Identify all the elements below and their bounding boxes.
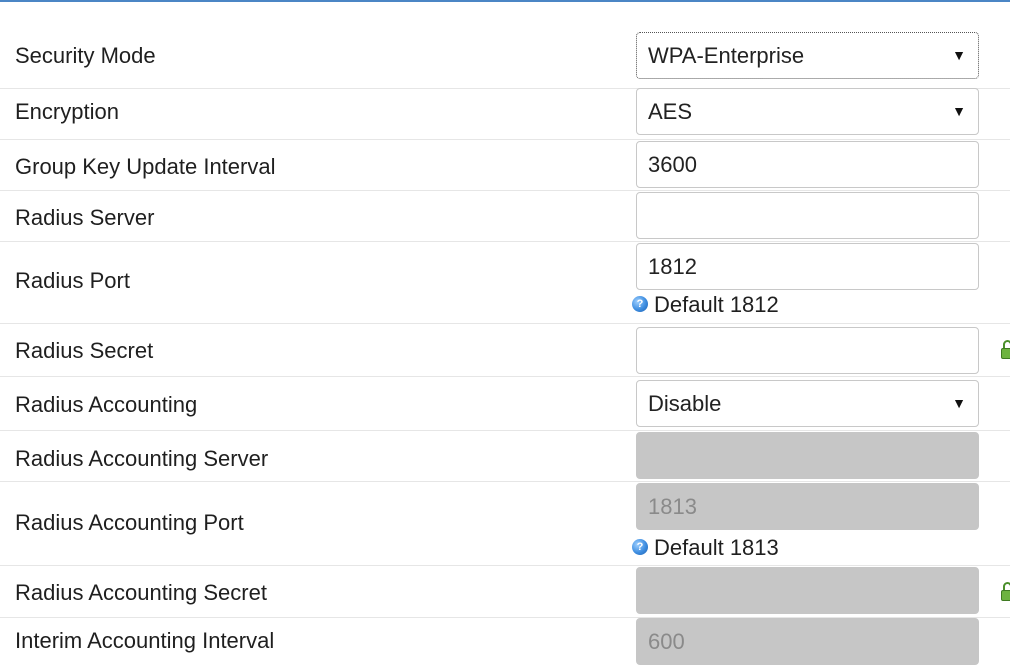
radius-server-label: Radius Server [15,205,155,230]
radius-port-hint-text: Default 1812 [654,292,779,317]
row-interim-accounting-interval: Interim Accounting Interval 600 [0,618,1010,665]
interim-accounting-interval-input: 600 [636,618,979,665]
chevron-down-icon: ▼ [952,47,966,63]
security-mode-label: Security Mode [15,43,156,68]
radius-secret-label: Radius Secret [15,338,154,363]
encryption-value: AES [648,99,693,124]
radius-port-hint: ? Default 1812 [632,293,779,317]
lock-icon[interactable] [1000,582,1010,604]
lock-body [1001,590,1010,601]
radius-accounting-value: Disable [648,391,722,416]
radius-accounting-secret-input [636,567,979,614]
lock-icon[interactable] [1000,340,1010,362]
group-key-update-interval-input[interactable]: 3600 [636,141,979,188]
radius-port-label: Radius Port [15,268,130,293]
help-icon: ? [632,539,648,556]
row-security-mode: Security Mode WPA-Enterprise ▼ [0,2,1010,89]
security-mode-select[interactable]: WPA-Enterprise ▼ [636,32,979,79]
radius-accounting-select[interactable]: Disable ▼ [636,380,979,427]
radius-accounting-server-label: Radius Accounting Server [15,446,269,471]
chevron-down-icon: ▼ [952,395,966,411]
chevron-down-icon: ▼ [952,103,966,119]
row-radius-server: Radius Server [0,191,1010,242]
encryption-select[interactable]: AES ▼ [636,88,979,135]
row-radius-accounting-server: Radius Accounting Server [0,431,1010,482]
radius-accounting-server-input [636,432,979,479]
security-mode-value: WPA-Enterprise [648,43,805,68]
row-group-key-update-interval: Group Key Update Interval 3600 [0,140,1010,191]
row-radius-accounting-port: Radius Accounting Port 1813 ? Default 181… [0,482,1010,566]
encryption-label: Encryption [15,99,119,124]
row-encryption: Encryption AES ▼ [0,88,1010,140]
radius-accounting-port-hint-text: Default 1813 [654,535,779,560]
radius-server-input[interactable] [636,192,979,239]
row-radius-accounting: Radius Accounting Disable ▼ [0,377,1010,431]
radius-accounting-port-label: Radius Accounting Port [15,510,244,535]
radius-accounting-port-input: 1813 [636,483,979,530]
help-icon: ? [632,296,648,313]
lock-body [1001,348,1010,359]
radius-accounting-secret-label: Radius Accounting Secret [15,580,267,605]
row-radius-secret: Radius Secret [0,324,1010,377]
row-radius-port: Radius Port 1812 ? Default 1812 [0,242,1010,324]
row-radius-accounting-secret: Radius Accounting Secret [0,566,1010,618]
radius-accounting-label: Radius Accounting [15,392,198,417]
radius-accounting-port-hint: ? Default 1813 [632,536,779,560]
interim-accounting-interval-label: Interim Accounting Interval [15,628,275,653]
group-key-update-interval-label: Group Key Update Interval [15,154,276,179]
radius-secret-input[interactable] [636,327,979,374]
radius-port-input[interactable]: 1812 [636,243,979,290]
